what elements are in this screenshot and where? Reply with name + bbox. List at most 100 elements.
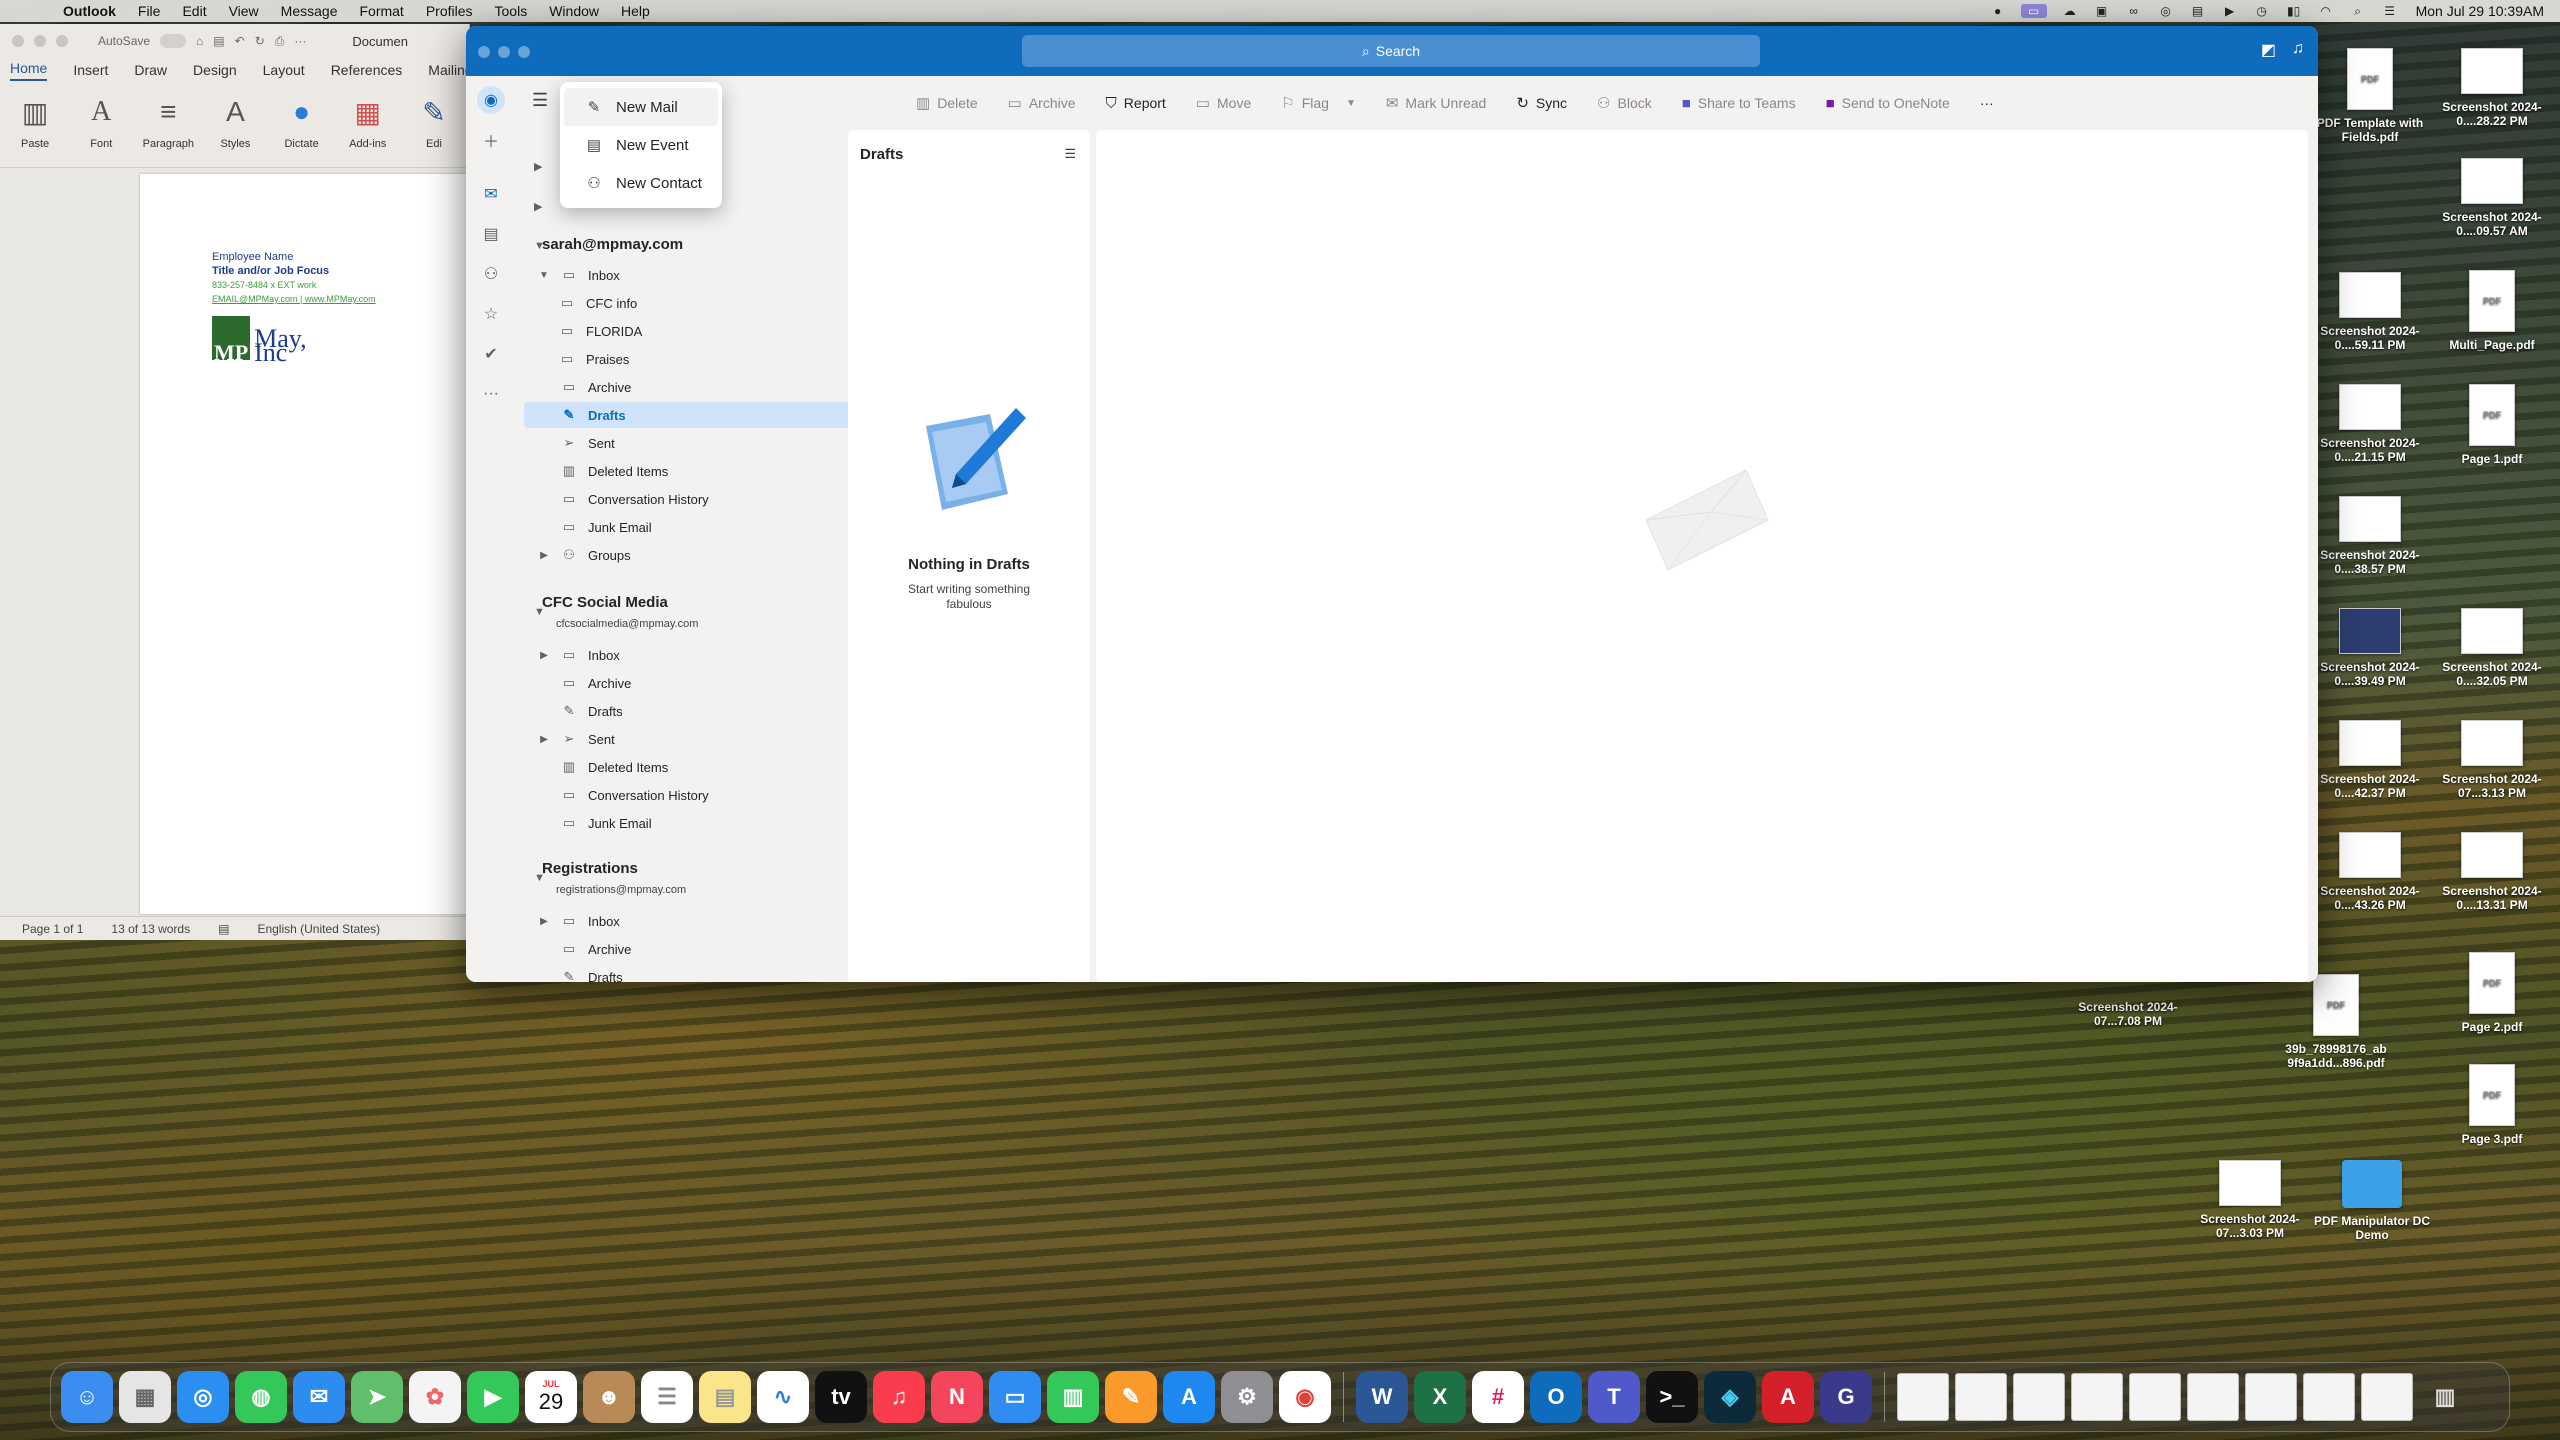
folder-drafts[interactable]: ✎Drafts1 [524, 964, 898, 982]
slack-icon[interactable]: # [1472, 1371, 1524, 1423]
window-close-button[interactable] [12, 35, 24, 47]
spotlight-icon[interactable]: ⌕ [2349, 4, 2367, 18]
desktop-file-icon[interactable]: Screenshot 2024-07...7.08 PM [2068, 1000, 2188, 1028]
star-icon[interactable]: ☆ [466, 294, 516, 334]
chevron-right-icon[interactable]: ▶ [536, 916, 552, 927]
minimized-window-thumbnail[interactable] [1955, 1373, 2007, 1421]
chevron-right-icon[interactable]: ▶ [534, 200, 542, 213]
print-icon[interactable]: ⎙ [275, 34, 285, 49]
cloud-icon[interactable]: ☁ [2061, 4, 2079, 18]
tab-mailings[interactable]: Mailings [428, 62, 469, 78]
menu-message[interactable]: Message [270, 3, 349, 19]
chrome-icon[interactable]: ◉ [1279, 1371, 1331, 1423]
tab-layout[interactable]: Layout [263, 62, 305, 78]
status-app-icon[interactable]: ● [1989, 4, 2007, 18]
folder-sent[interactable]: ➢ Sent [524, 430, 898, 456]
desktop-file-icon[interactable]: Screenshot 2024-0....39.49 PM [2310, 608, 2430, 688]
share-to-teams-button[interactable]: ■ Share to Teams [1682, 95, 1796, 112]
send-to-onenote-button[interactable]: ■ Send to OneNote [1826, 95, 1950, 112]
page-count[interactable]: Page 1 of 1 [22, 922, 83, 936]
chevron-right-icon[interactable]: ▶ [534, 160, 542, 173]
pages-icon[interactable]: ✎ [1105, 1371, 1157, 1423]
folder-archive[interactable]: ▭ Archive [524, 374, 898, 400]
menu-file[interactable]: File [127, 3, 172, 19]
minimized-window-thumbnail[interactable] [2187, 1373, 2239, 1421]
window-zoom-button[interactable] [56, 35, 68, 47]
add-ins-button[interactable]: ▦ Add-ins [347, 92, 389, 151]
folder-conversation-history[interactable]: ▭ Conversation History [524, 782, 898, 808]
control-center-icon[interactable]: ☰ [2381, 4, 2399, 18]
menu-edit[interactable]: Edit [171, 3, 217, 19]
desktop-file-icon[interactable]: Screenshot 2024-0....32.05 PM [2432, 608, 2552, 688]
folder-praises[interactable]: ▭ Praises [524, 346, 898, 372]
clock-icon[interactable]: ◷ [2253, 4, 2271, 18]
desktop-file-icon[interactable]: Screenshot 2024-0....38.57 PM [2310, 496, 2430, 576]
tab-design[interactable]: Design [193, 62, 237, 78]
window-minimize-button[interactable] [498, 46, 510, 58]
tab-home[interactable]: Home [10, 60, 48, 81]
folder-groups[interactable]: ▶ ⚇ Groups [524, 542, 898, 568]
reminders-icon[interactable]: ☰ [641, 1371, 693, 1423]
font-button[interactable]: A Font [80, 92, 122, 150]
desktop-file-icon[interactable]: PDF Page 1.pdf [2432, 384, 2552, 466]
desktop-file-icon[interactable]: Screenshot 2024-0....43.26 PM [2310, 832, 2430, 912]
save-icon[interactable]: ▤ [213, 34, 224, 48]
desktop-file-icon[interactable]: PDF 39b_78998176_ab 9f9a1dd...896.pdf [2276, 974, 2396, 1070]
add-account-icon[interactable]: ＋ [466, 120, 516, 160]
search-input[interactable]: ⌕ Search [1022, 35, 1760, 67]
tv-icon[interactable]: tv [815, 1371, 867, 1423]
minimized-window-thumbnail[interactable] [2071, 1373, 2123, 1421]
account-name[interactable]: Registrations [542, 860, 638, 877]
language-indicator[interactable]: English (United States) [257, 922, 380, 936]
teams-icon[interactable]: T [1588, 1371, 1640, 1423]
new-mail-item[interactable]: ✎ New Mail [564, 88, 718, 126]
flag-button[interactable]: ⚐ Flag ▼ [1281, 94, 1356, 112]
menu-window[interactable]: Window [538, 3, 610, 19]
menu-profiles[interactable]: Profiles [415, 3, 484, 19]
globe-icon[interactable]: ◉ [466, 80, 516, 120]
window-minimize-button[interactable] [34, 35, 46, 47]
folder-inbox[interactable]: ▼ ▭ Inbox [524, 262, 898, 288]
calendar-icon[interactable]: JUL 29 [525, 1371, 577, 1423]
tab-insert[interactable]: Insert [73, 62, 108, 78]
more-actions-button[interactable]: ··· [1980, 95, 1994, 111]
undo-icon[interactable]: ↶ [235, 34, 245, 48]
account-name[interactable]: CFC Social Media [542, 594, 668, 611]
apple-icon[interactable] [18, 2, 36, 20]
minimized-window-thumbnail[interactable] [2303, 1373, 2355, 1421]
report-button[interactable]: ⛉ Report [1106, 95, 1166, 112]
signature-links[interactable]: EMAIL@MPMay.com | www.MPMay.com [212, 292, 376, 306]
folder-deleted-items[interactable]: ▥ Deleted Items [524, 458, 898, 484]
styles-button[interactable]: A Styles [214, 92, 256, 150]
tab-draw[interactable]: Draw [134, 62, 167, 78]
todo-icon[interactable]: ✔ [466, 334, 516, 374]
tab-references[interactable]: References [331, 62, 403, 78]
finder-icon[interactable]: ☺ [61, 1371, 113, 1423]
block-button[interactable]: ⚇ Block [1597, 94, 1652, 112]
desktop-file-icon[interactable]: Screenshot 2024-0....28.22 PM [2432, 48, 2552, 128]
app-icon[interactable]: ◈ [1704, 1371, 1756, 1423]
outlook-icon[interactable]: O [1530, 1371, 1582, 1423]
filter-icon[interactable]: ☰ [1064, 146, 1076, 162]
menu-format[interactable]: Format [348, 3, 414, 19]
new-contact-item[interactable]: ⚇ New Contact [564, 164, 718, 202]
redo-icon[interactable]: ↻ [255, 34, 265, 48]
window-close-button[interactable] [478, 46, 490, 58]
chevron-right-icon[interactable]: ▶ [536, 550, 552, 561]
folder-inbox[interactable]: ▶▭Inbox76 [524, 908, 898, 934]
folder-cfc-info[interactable]: ▭ CFC info [524, 290, 898, 316]
folder-drafts[interactable]: ✎ Drafts [524, 698, 898, 724]
system-settings-icon[interactable]: ⚙ [1221, 1371, 1273, 1423]
desktop-file-icon[interactable]: PDF PDF Template with Fields.pdf [2310, 48, 2430, 144]
minimized-window-thumbnail[interactable] [2361, 1373, 2413, 1421]
status-app-icon[interactable]: ◎ [2157, 4, 2175, 18]
battery-icon[interactable]: ▮▯ [2285, 4, 2303, 18]
delete-button[interactable]: ▥ Delete [916, 94, 978, 112]
desktop-folder-icon[interactable]: PDF Manipulator DC Demo [2312, 1160, 2432, 1242]
autosave-toggle[interactable] [160, 34, 187, 48]
contacts-icon[interactable]: ☻ [583, 1371, 635, 1423]
word-count[interactable]: 13 of 13 words [111, 922, 190, 936]
folder-archive[interactable]: ▭ Archive [524, 670, 898, 696]
folder-sent[interactable]: ▶ ➢ Sent [524, 726, 898, 752]
document-page[interactable]: Employee Name Title and/or Job Focus 833… [140, 174, 469, 914]
